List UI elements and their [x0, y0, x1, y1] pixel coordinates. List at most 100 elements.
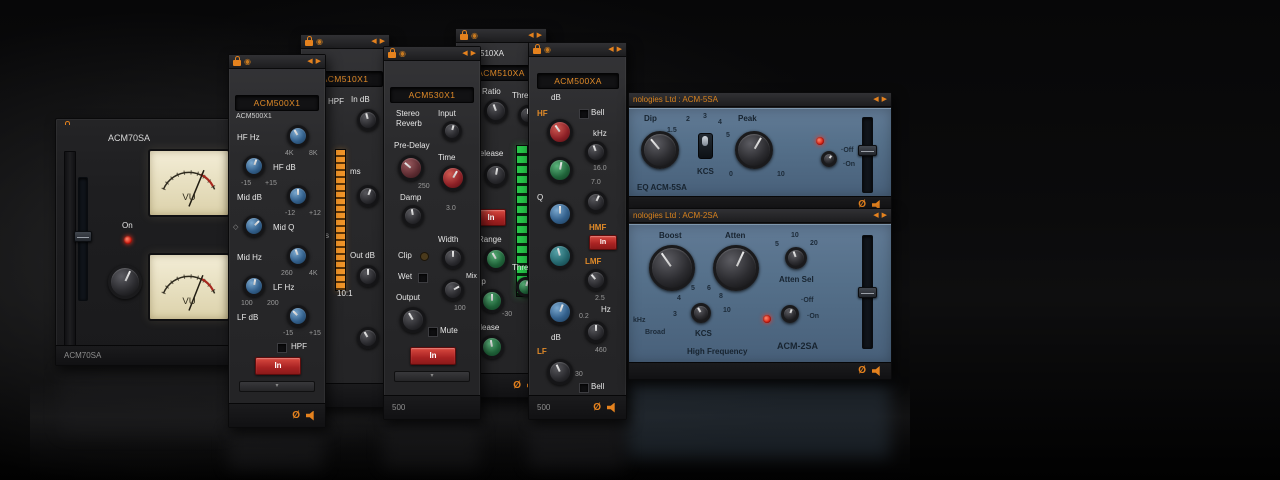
titlebar[interactable]: nologies Ltd : ACM-5SA ◀ ▶ [629, 93, 891, 107]
titlebar[interactable]: ◉ ◀ ▶ [456, 29, 546, 43]
in-button[interactable]: In [410, 347, 456, 365]
input-knob[interactable] [442, 121, 462, 141]
arrow-left-icon[interactable]: ◀ [528, 32, 533, 39]
lf-hz-knob[interactable] [243, 275, 265, 297]
output-fader-handle[interactable] [858, 145, 877, 156]
reflection [528, 420, 625, 468]
lock-icon[interactable] [388, 52, 396, 58]
ratio-knob[interactable] [484, 99, 508, 123]
hmf-in-button[interactable]: In [589, 235, 617, 250]
phase-icon[interactable]: Ø [513, 381, 521, 391]
in-button[interactable]: In [255, 357, 301, 375]
speaker-icon[interactable] [306, 411, 317, 421]
power-icon[interactable]: ◉ [244, 58, 251, 66]
peak-knob[interactable] [735, 131, 773, 169]
lmf-freq-knob[interactable] [585, 269, 607, 291]
power-icon[interactable]: ◉ [316, 38, 323, 46]
arrow-left-icon[interactable]: ◀ [873, 96, 878, 103]
phase-icon[interactable]: Ø [292, 411, 300, 421]
arrow-right-icon[interactable]: ▶ [380, 38, 385, 45]
titlebar[interactable]: ◉ ◀ ▶ [384, 47, 480, 61]
lf-gain-knob[interactable] [547, 359, 573, 385]
wet-checkbox[interactable] [418, 273, 428, 283]
collapse-button[interactable]: ▾ [239, 381, 315, 392]
dip-knob[interactable] [641, 131, 679, 169]
titlebar[interactable]: nologies Ltd : ACM-2SA ◀ ▶ [629, 209, 891, 223]
kcs-switch[interactable] [698, 133, 713, 159]
time-knob[interactable] [440, 165, 466, 191]
hf-bell-checkbox[interactable] [579, 109, 589, 119]
ratio-knob[interactable] [357, 327, 379, 349]
lf-db-knob[interactable] [287, 305, 309, 327]
mute-checkbox[interactable] [428, 327, 438, 337]
pre-delay-knob[interactable] [398, 155, 424, 181]
kcs-frequency-knob[interactable] [691, 303, 711, 323]
arrow-right-icon[interactable]: ▶ [882, 212, 887, 219]
hmf-gain-knob[interactable] [547, 157, 573, 183]
arrow-right-icon[interactable]: ▶ [316, 58, 321, 65]
exp-release-knob[interactable] [480, 335, 504, 359]
mix-knob[interactable] [442, 279, 464, 301]
phase-icon[interactable]: Ø [593, 403, 601, 413]
arrow-right-icon[interactable]: ▶ [537, 32, 542, 39]
titlebar[interactable]: ◉ ◀ ▶ [301, 35, 389, 49]
exp-knob[interactable] [480, 289, 504, 313]
width-knob[interactable] [442, 247, 464, 269]
arrow-left-icon[interactable]: ◀ [608, 46, 613, 53]
on-led[interactable] [124, 236, 132, 244]
hf-gain-knob[interactable] [547, 119, 573, 145]
lock-icon[interactable] [305, 40, 313, 46]
lock-icon[interactable] [533, 48, 541, 54]
hmf-freq-knob[interactable] [585, 191, 607, 213]
phase-icon[interactable]: Ø [858, 366, 866, 376]
release-knob[interactable] [484, 163, 508, 187]
hpf-checkbox[interactable] [277, 343, 287, 353]
lmf-gain-knob[interactable] [547, 243, 573, 269]
power-icon[interactable]: ◉ [471, 32, 478, 40]
output-knob[interactable] [400, 307, 426, 333]
output-fader-handle[interactable] [858, 287, 877, 298]
hf-hz-knob[interactable] [287, 125, 309, 147]
mid-db-knob[interactable] [287, 185, 309, 207]
arrow-right-icon[interactable]: ▶ [617, 46, 622, 53]
speaker-icon[interactable] [607, 403, 618, 413]
lf-freq-knob[interactable] [585, 321, 607, 343]
preset-title[interactable]: ACM500XA [537, 73, 619, 89]
titlebar[interactable]: ◉ ◀ ▶ [229, 55, 325, 69]
range-knob[interactable] [484, 247, 508, 271]
hf-freq-knob[interactable] [585, 141, 607, 163]
mid-hz-knob[interactable] [287, 245, 309, 267]
lf-bell-checkbox[interactable] [579, 383, 589, 393]
lock-icon[interactable] [233, 60, 241, 66]
output-knob[interactable] [108, 265, 142, 299]
atten-knob[interactable] [713, 245, 759, 291]
arrow-right-icon[interactable]: ▶ [882, 96, 887, 103]
preset-title[interactable]: ACM500X1 [235, 95, 319, 111]
atten-sel-knob[interactable] [785, 247, 807, 269]
power-icon[interactable]: ◉ [544, 46, 551, 54]
arrow-left-icon[interactable]: ◀ [462, 50, 467, 57]
on-label: On [122, 221, 133, 230]
mid-q-knob[interactable] [243, 215, 265, 237]
speaker-icon[interactable] [872, 366, 883, 376]
hf-db-knob[interactable] [243, 155, 265, 177]
arrow-left-icon[interactable]: ◀ [873, 212, 878, 219]
hmf-q-knob[interactable] [547, 201, 573, 227]
power-icon[interactable]: ◉ [399, 50, 406, 58]
input-gain-knob[interactable] [357, 109, 379, 131]
arrow-right-icon[interactable]: ▶ [471, 50, 476, 57]
arrow-left-icon[interactable]: ◀ [307, 58, 312, 65]
arrow-left-icon[interactable]: ◀ [371, 38, 376, 45]
preset-title[interactable]: ACM530X1 [390, 87, 474, 103]
lock-icon[interactable] [460, 34, 468, 40]
damp-knob[interactable] [402, 205, 424, 227]
boost-knob[interactable] [649, 245, 695, 291]
output-gain-knob[interactable] [357, 265, 379, 287]
collapse-button[interactable]: ▾ [394, 371, 470, 382]
attack-knob[interactable] [357, 185, 379, 207]
left-fader-handle[interactable] [74, 231, 92, 242]
power-switch-knob[interactable] [781, 305, 799, 323]
lmf-q-knob[interactable] [547, 299, 573, 325]
power-switch-knob[interactable] [821, 151, 837, 167]
titlebar[interactable]: ◉ ◀ ▶ [529, 43, 626, 57]
